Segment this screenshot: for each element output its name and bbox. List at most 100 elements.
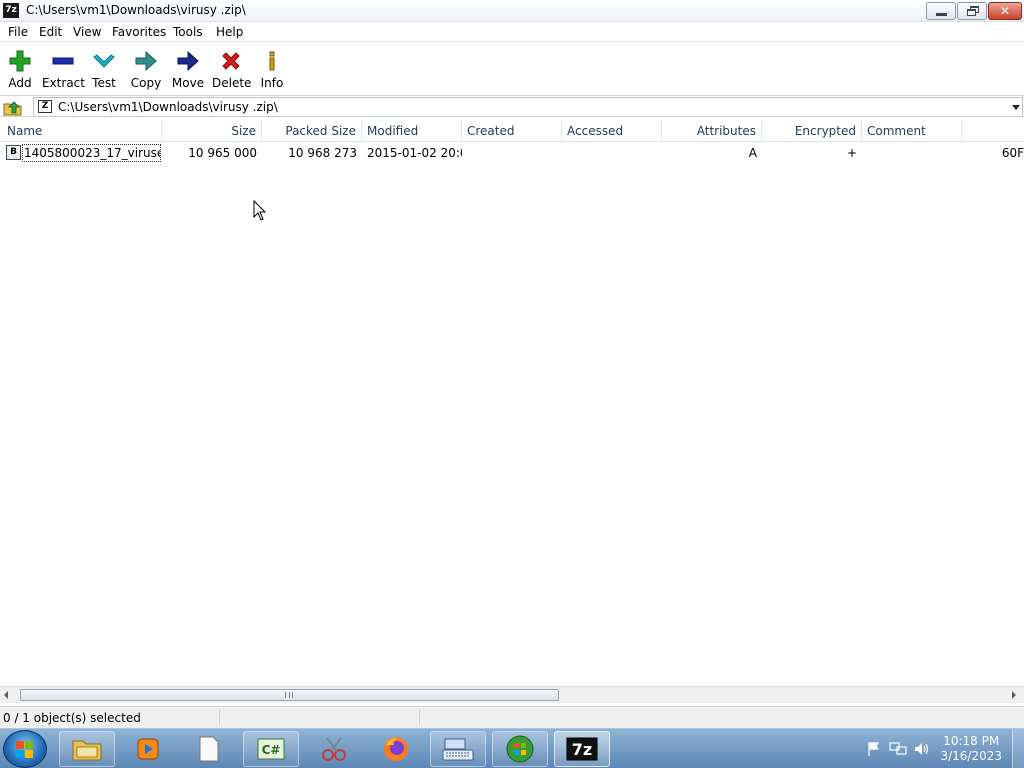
toolbar: Add Extract Test Copy Move Delete Info <box>0 42 1024 94</box>
folder-icon <box>72 740 102 761</box>
window-title: C:\Users\vm1\Downloads\virusy .zip\ <box>26 3 246 17</box>
media-player-icon <box>137 738 159 760</box>
scroll-left-arrow-icon[interactable] <box>4 691 8 699</box>
file-accessed <box>562 143 662 163</box>
add-button[interactable]: Add <box>2 46 38 92</box>
address-bar: Z C:\Users\vm1\Downloads\virusy .zip\ <box>0 95 1024 117</box>
system-tray: 10:18 PM 3/16/2023 <box>862 729 1024 768</box>
7zip-icon: 7z <box>566 737 598 761</box>
taskbar-firefox[interactable] <box>368 731 424 767</box>
copy-label: Copy <box>130 76 162 90</box>
action-center-flag-icon[interactable] <box>866 741 882 757</box>
column-size[interactable]: Size <box>162 120 262 142</box>
file-size: 10 965 000 <box>188 146 257 160</box>
column-accessed[interactable]: Accessed <box>562 120 662 142</box>
keyboard-icon <box>442 738 474 761</box>
info-button[interactable]: Info <box>256 46 288 92</box>
status-bar: 0 / 1 object(s) selected <box>0 706 1024 728</box>
table-row[interactable]: B 1405800023_17_viruses-f... 10 965 000 … <box>0 143 1024 163</box>
scissors-icon <box>322 737 346 761</box>
7zip-app-icon: 7z <box>3 3 19 18</box>
file-icon: B <box>6 145 21 160</box>
move-label: Move <box>171 76 205 90</box>
copy-arrow-icon <box>135 50 157 72</box>
windows-logo-icon <box>16 741 34 759</box>
taskbar-snipping-tool[interactable] <box>306 731 362 767</box>
taskbar-notepad[interactable] <box>181 731 237 767</box>
up-folder-icon[interactable] <box>3 98 23 116</box>
restore-button[interactable] <box>957 2 987 20</box>
copy-button[interactable]: Copy <box>128 46 164 92</box>
delete-button[interactable]: Delete <box>212 46 252 92</box>
column-comment[interactable]: Comment <box>862 120 962 142</box>
menu-help[interactable]: Help <box>216 25 243 39</box>
address-input[interactable]: Z C:\Users\vm1\Downloads\virusy .zip\ <box>33 97 1023 117</box>
minimize-icon <box>936 13 947 16</box>
file-comment <box>862 143 962 163</box>
column-extra[interactable] <box>962 120 1024 142</box>
chevron-down-icon[interactable] <box>1012 105 1020 110</box>
column-name[interactable]: Name <box>2 120 162 142</box>
start-button[interactable] <box>3 730 47 768</box>
address-path: C:\Users\vm1\Downloads\virusy .zip\ <box>58 100 278 114</box>
column-packed-size[interactable]: Packed Size <box>262 120 362 142</box>
test-checkmark-icon <box>93 54 115 68</box>
column-created[interactable]: Created <box>462 120 562 142</box>
firefox-icon <box>384 737 408 761</box>
clock-time: 10:18 PM <box>943 734 1000 748</box>
info-icon <box>269 51 275 71</box>
menu-file[interactable]: File <box>8 25 28 39</box>
column-modified[interactable]: Modified <box>362 120 462 142</box>
column-attributes[interactable]: Attributes <box>662 120 762 142</box>
column-header-row: Name Size Packed Size Modified Created A… <box>0 120 1024 142</box>
svg-text:7z: 7z <box>572 740 592 759</box>
move-arrow-icon <box>177 50 199 72</box>
taskbar-on-screen-keyboard[interactable] <box>430 731 486 767</box>
file-name[interactable]: 1405800023_17_viruses-f... <box>22 144 161 162</box>
clock-date: 3/16/2023 <box>940 749 1002 763</box>
file-modified: 2015-01-02 20:07 <box>367 146 462 160</box>
grip-icon <box>285 692 293 698</box>
selection-status: 0 / 1 object(s) selected <box>3 711 141 725</box>
zip-archive-icon: Z <box>38 100 52 113</box>
extract-icon <box>52 57 74 65</box>
status-divider <box>419 709 420 725</box>
menu-bar: File Edit View Favorites Tools Help <box>0 22 1024 42</box>
delete-label: Delete <box>212 76 252 90</box>
menu-favorites[interactable]: Favorites <box>112 25 166 39</box>
taskbar-7-zip[interactable]: 7z <box>554 731 610 767</box>
extract-label: Extract <box>42 76 85 90</box>
horizontal-scrollbar[interactable] <box>0 686 1024 703</box>
test-label: Test <box>92 76 116 90</box>
show-desktop-button[interactable] <box>1012 729 1024 768</box>
taskbar-windows-update[interactable] <box>492 731 548 767</box>
mouse-cursor-icon <box>253 200 267 221</box>
scroll-right-arrow-icon[interactable] <box>1012 691 1016 699</box>
minimize-button[interactable] <box>926 2 956 20</box>
info-label: Info <box>260 76 284 90</box>
taskbar-windows-explorer[interactable] <box>59 731 115 767</box>
menu-tools[interactable]: Tools <box>173 25 203 39</box>
status-divider <box>219 709 220 725</box>
menu-view[interactable]: View <box>73 25 101 39</box>
windows-orb-icon <box>506 735 534 763</box>
scrollbar-thumb[interactable] <box>20 689 559 701</box>
add-label: Add <box>8 76 32 90</box>
menu-edit[interactable]: Edit <box>39 25 62 39</box>
test-button[interactable]: Test <box>88 46 120 92</box>
clock[interactable]: 10:18 PM 3/16/2023 <box>940 734 1002 764</box>
title-bar: 7z C:\Users\vm1\Downloads\virusy .zip\ ✕ <box>0 0 1024 22</box>
move-button[interactable]: Move <box>170 46 206 92</box>
file-attributes: A <box>748 146 757 160</box>
column-encrypted[interactable]: Encrypted <box>762 120 862 142</box>
document-icon <box>199 736 219 762</box>
network-icon[interactable] <box>889 741 907 757</box>
close-button[interactable]: ✕ <box>988 2 1022 20</box>
volume-icon[interactable] <box>913 741 931 757</box>
file-created <box>462 143 562 163</box>
taskbar-media-player[interactable] <box>120 731 176 767</box>
add-icon <box>9 50 31 72</box>
taskbar-csharp-ide[interactable]: C# <box>243 731 299 767</box>
delete-x-icon <box>222 52 240 70</box>
extract-button[interactable]: Extract <box>42 46 85 92</box>
